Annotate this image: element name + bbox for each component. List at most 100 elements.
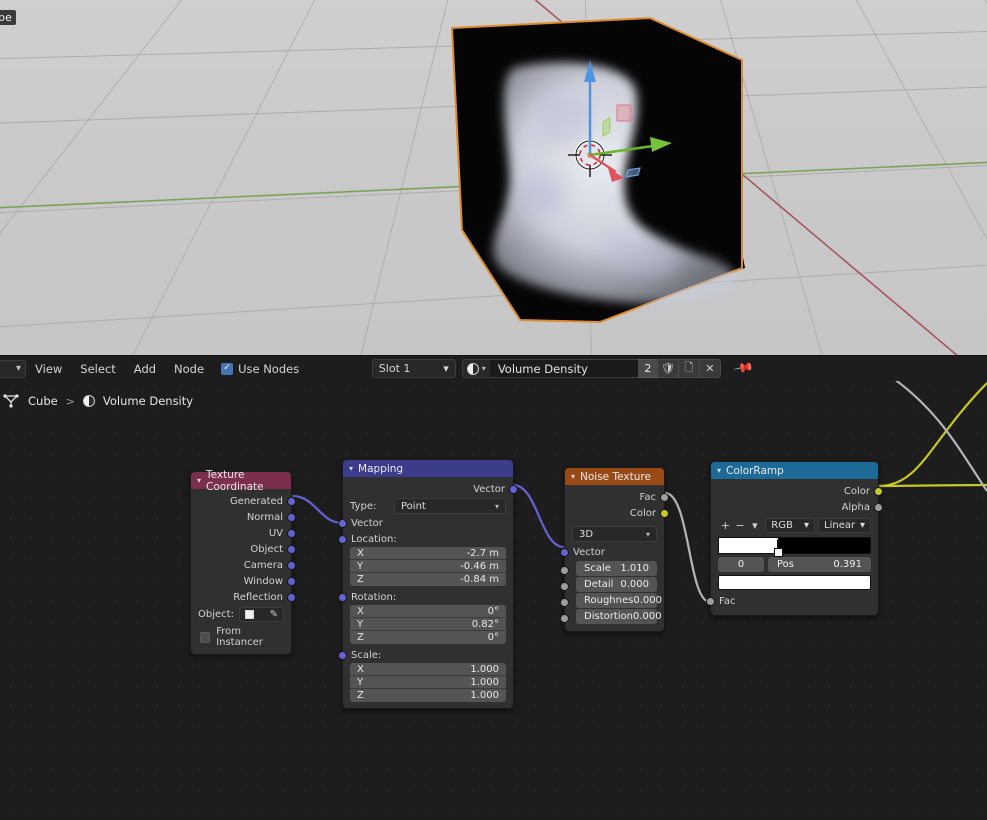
menu-node[interactable]: Node	[165, 356, 213, 382]
editor-type-selector[interactable]: ▾	[0, 359, 26, 378]
stop-color-swatch[interactable]	[718, 575, 871, 590]
scale-x[interactable]: X 1.000	[350, 663, 506, 676]
plus-icon[interactable]: +	[718, 518, 733, 533]
socket-row-fac-in: Fac	[706, 593, 878, 609]
input-socket-location[interactable]	[338, 534, 347, 544]
stop-index-field[interactable]: 0	[718, 557, 764, 572]
output-socket-vector[interactable]	[509, 484, 518, 494]
from-instancer-toggle[interactable]: From Instancer	[191, 623, 291, 648]
material-sphere-icon	[82, 395, 95, 407]
input-socket-detail[interactable]	[560, 582, 569, 591]
material-users-count[interactable]: 2	[637, 359, 658, 378]
breadcrumb-material[interactable]: Volume Density	[103, 394, 193, 408]
mesh-data-icon	[3, 394, 19, 408]
collapse-caret-icon[interactable]: ▾	[571, 472, 575, 481]
viewport-scene	[0, 0, 987, 355]
stop-position-field[interactable]: Pos 0.391	[768, 557, 871, 572]
output-socket-color[interactable]	[874, 486, 883, 496]
input-socket-roughness[interactable]	[560, 598, 569, 607]
rotation-z[interactable]: Z 0°	[350, 631, 506, 644]
chevron-down-icon: ▾	[443, 362, 449, 375]
node-noise-texture[interactable]: ▾ Noise Texture Fac Color 3D ▾ Vector Sc…	[560, 467, 669, 632]
minus-icon[interactable]: −	[733, 518, 748, 533]
new-material-copy-icon[interactable]: 🗋	[678, 359, 700, 378]
node-editor-canvas[interactable]: Cube > Volume Density ▾ Texture Coordina…	[0, 381, 987, 820]
menu-add[interactable]: Add	[125, 356, 165, 382]
color-ramp-stop-marker[interactable]	[774, 540, 784, 559]
node-header-texture-coordinate[interactable]: ▾ Texture Coordinate	[191, 469, 291, 493]
roughness-field[interactable]: Roughnes 0.000	[576, 593, 662, 608]
scale-fields: X 1.000 Y 1.000 Z 1.000	[350, 663, 506, 702]
output-socket-camera[interactable]	[287, 560, 296, 570]
output-socket-object[interactable]	[287, 544, 296, 554]
node-header-color-ramp[interactable]: ▾ ColorRamp	[711, 462, 878, 479]
color-mode-dropdown[interactable]: RGB ▾	[765, 518, 816, 533]
rotation-x[interactable]: X 0°	[350, 605, 506, 618]
scale-z[interactable]: Z 1.000	[350, 689, 506, 702]
use-nodes-toggle[interactable]: ✓ Use Nodes	[221, 362, 299, 376]
axis-label: X	[357, 663, 364, 675]
input-socket-scale[interactable]	[560, 566, 569, 575]
interpolation-dropdown[interactable]: Linear ▾	[818, 518, 872, 533]
3d-viewport[interactable]: be	[0, 0, 987, 355]
pos-label: Pos	[777, 559, 795, 570]
color-ramp-gradient[interactable]	[718, 537, 871, 557]
object-label: Object:	[198, 609, 234, 620]
menu-select[interactable]: Select	[71, 356, 124, 382]
node-color-ramp[interactable]: ▾ ColorRamp Color Alpha + − ▾ RGB ▾ Line…	[706, 461, 883, 616]
unlink-x-icon[interactable]: ✕	[699, 359, 721, 378]
distortion-field[interactable]: Distortion 0.000	[576, 609, 662, 624]
chevron-down-icon[interactable]: ▾	[748, 518, 763, 533]
material-name-field[interactable]: Volume Density	[489, 359, 638, 378]
location-y[interactable]: Y -0.46 m	[350, 560, 506, 573]
param-value: 1.010	[620, 563, 649, 574]
node-mapping[interactable]: ▾ Mapping Vector Type: Point ▾ Vector Lo…	[338, 459, 518, 709]
detail-field[interactable]: Detail 0.000	[576, 577, 657, 592]
input-socket-fac[interactable]	[706, 596, 715, 606]
fake-user-shield-icon[interactable]: 🛡	[657, 359, 679, 378]
socket-label: Alpha	[841, 501, 870, 513]
collapse-caret-icon[interactable]: ▾	[349, 464, 353, 473]
axis-value: 0.82°	[471, 618, 499, 630]
breadcrumb-object[interactable]: Cube	[28, 394, 58, 408]
node-body: Color Alpha + − ▾ RGB ▾ Linear ▾ 0 Pos 0…	[706, 479, 883, 615]
socket-row-window: Window	[191, 573, 296, 589]
pin-icon[interactable]: 📌	[732, 358, 754, 380]
input-socket-distortion[interactable]	[560, 614, 569, 623]
collapse-caret-icon[interactable]: ▾	[717, 466, 721, 475]
rotation-label: Rotation:	[351, 591, 397, 603]
axis-value: -0.84 m	[460, 574, 499, 585]
output-socket-normal[interactable]	[287, 512, 296, 522]
axis-value: -0.46 m	[460, 560, 499, 572]
location-z[interactable]: Z -0.84 m	[350, 573, 506, 586]
node-header-noise-texture[interactable]: ▾ Noise Texture	[565, 468, 664, 485]
location-x[interactable]: X -2.7 m	[350, 547, 506, 560]
scale-y[interactable]: Y 1.000	[350, 676, 506, 689]
output-socket-uv[interactable]	[287, 528, 296, 538]
input-socket-vector[interactable]	[560, 547, 569, 557]
object-field[interactable]: ✎	[238, 607, 284, 622]
eyedropper-icon[interactable]: ✎	[270, 609, 278, 620]
breadcrumb-separator: >	[65, 394, 75, 408]
dimension-dropdown[interactable]: 3D ▾	[572, 526, 657, 542]
socket-row-rotation: Rotation:	[338, 589, 513, 605]
type-dropdown[interactable]: Point ▾	[394, 498, 506, 514]
output-socket-alpha[interactable]	[874, 502, 883, 512]
output-socket-generated[interactable]	[287, 496, 296, 506]
output-socket-color[interactable]	[660, 508, 669, 518]
input-socket-scale[interactable]	[338, 650, 347, 660]
output-socket-fac[interactable]	[660, 492, 669, 502]
output-socket-reflection[interactable]	[287, 592, 296, 602]
node-header-mapping[interactable]: ▾ Mapping	[343, 460, 513, 477]
rotation-y[interactable]: Y 0.82°	[350, 618, 506, 631]
output-socket-window[interactable]	[287, 576, 296, 586]
socket-label: Color	[843, 485, 870, 497]
input-socket-vector[interactable]	[338, 518, 347, 528]
collapse-caret-icon[interactable]: ▾	[197, 476, 201, 485]
slot-selector[interactable]: Slot 1 ▾	[371, 359, 456, 378]
menu-view[interactable]: View	[26, 356, 71, 382]
scale-field[interactable]: Scale 1.010	[576, 561, 657, 576]
input-socket-rotation[interactable]	[338, 592, 347, 602]
browse-material-button[interactable]: ▾	[461, 359, 490, 378]
node-texture-coordinate[interactable]: ▾ Texture Coordinate Generated Normal UV…	[190, 469, 296, 655]
